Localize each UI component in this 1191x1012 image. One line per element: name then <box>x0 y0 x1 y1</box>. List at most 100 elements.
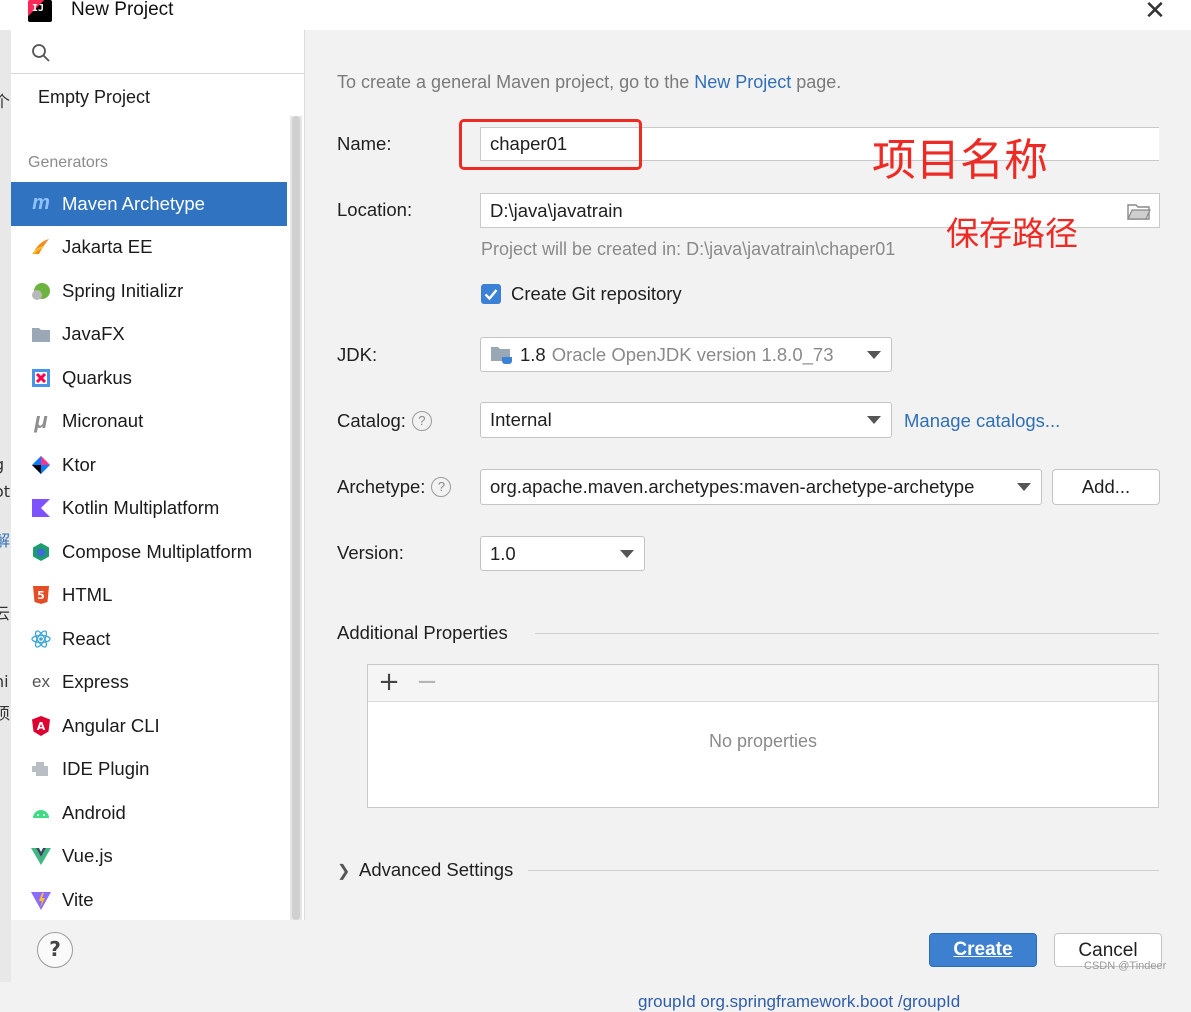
advanced-settings-label: Advanced Settings <box>359 859 514 880</box>
name-highlight-annotation <box>459 119 642 170</box>
micronaut-icon: μ <box>34 408 48 434</box>
sidebar-item-label: HTML <box>62 584 113 606</box>
properties-toolbar: + − <box>368 665 1158 702</box>
sidebar-item-label: React <box>62 627 111 649</box>
intellij-app-icon: IJ <box>28 0 52 22</box>
background-glyph: ni <box>0 672 9 691</box>
jdk-description: Oracle OpenJDK version 1.8.0_73 <box>551 343 834 365</box>
sidebar-item-label: Spring Initializr <box>62 279 184 301</box>
sidebar-item-label: IDE Plugin <box>62 758 150 780</box>
chevron-down-icon <box>867 350 881 359</box>
chevron-down-icon <box>867 416 881 424</box>
sidebar-item-express[interactable]: ex Express <box>11 661 287 705</box>
name-annotation-text: 项目名称 <box>872 135 1048 186</box>
react-icon <box>30 628 52 650</box>
sidebar-item-label: Vite <box>62 888 94 910</box>
ktor-icon <box>30 454 52 476</box>
sidebar-item-ktor[interactable]: Ktor <box>11 443 287 487</box>
manage-catalogs-link[interactable]: Manage catalogs... <box>904 410 1060 432</box>
location-hint: Project will be created in: D:\java\java… <box>481 239 896 259</box>
sidebar-item-vuejs[interactable]: Vue.js <box>11 835 287 879</box>
add-property-button[interactable]: + <box>377 668 401 696</box>
folder-browse-icon[interactable] <box>1127 203 1151 220</box>
info-text: To create a general Maven project, go to… <box>337 72 841 93</box>
sidebar-item-ide-plugin[interactable]: IDE Plugin <box>11 748 287 792</box>
sidebar-item-jakarta-ee[interactable]: Jakarta EE <box>11 226 287 270</box>
sidebar-item-label: Jakarta EE <box>62 236 153 258</box>
sidebar-item-html[interactable]: 5 HTML <box>11 574 287 618</box>
chevron-down-icon <box>620 549 634 558</box>
ide-plugin-icon <box>30 758 52 780</box>
sidebar-item-label: Maven Archetype <box>62 192 205 214</box>
new-project-link[interactable]: New Project <box>694 72 791 92</box>
quarkus-icon <box>30 367 52 389</box>
catalog-label: Catalog:? <box>337 410 432 432</box>
section-divider <box>528 870 1159 871</box>
add-archetype-button[interactable]: Add... <box>1052 469 1160 505</box>
sidebar-item-compose-multiplatform[interactable]: Compose Multiplatform <box>11 530 287 574</box>
generator-list: m Maven Archetype Jakarta EE Spring Init… <box>11 182 287 922</box>
svg-text:5: 5 <box>37 589 45 602</box>
catalog-dropdown[interactable]: Internal <box>480 402 892 438</box>
sidebar-item-kotlin-multiplatform[interactable]: Kotlin Multiplatform <box>11 487 287 531</box>
sidebar-search[interactable] <box>11 30 305 74</box>
version-value: 1.0 <box>490 542 516 564</box>
location-label: Location: <box>337 199 413 220</box>
sidebar-item-label: Angular CLI <box>62 714 160 736</box>
sidebar-item-quarkus[interactable]: Quarkus <box>11 356 287 400</box>
remove-property-button[interactable]: − <box>415 668 439 696</box>
javafx-icon <box>30 323 52 345</box>
title-bar: IJ New Project ✕ <box>0 0 1191 30</box>
sidebar-item-react[interactable]: React <box>11 617 287 661</box>
svg-text:A: A <box>37 720 46 733</box>
close-icon[interactable]: ✕ <box>1140 0 1170 26</box>
angular-icon: A <box>30 715 52 737</box>
sidebar-item-empty-project[interactable]: Empty Project <box>38 87 150 108</box>
sidebar-item-micronaut[interactable]: μ Micronaut <box>11 400 287 444</box>
vite-icon <box>30 889 52 911</box>
kotlin-icon <box>30 497 52 519</box>
create-button[interactable]: Create <box>929 933 1037 967</box>
jakarta-ee-icon <box>30 236 52 258</box>
advanced-settings-toggle[interactable]: ❯ Advanced Settings <box>337 859 513 881</box>
help-button[interactable]: ? <box>37 932 73 968</box>
watermark: CSDN @Tindeer <box>1084 960 1167 972</box>
archetype-value: org.apache.maven.archetypes:maven-archet… <box>490 476 975 497</box>
sidebar-item-label: JavaFX <box>62 323 125 345</box>
window-title: New Project <box>71 0 174 20</box>
spring-icon <box>30 280 52 302</box>
sidebar-item-label: Kotlin Multiplatform <box>62 497 220 519</box>
scrollbar-thumb[interactable] <box>292 116 300 920</box>
archetype-help-icon[interactable]: ? <box>431 477 452 497</box>
sidebar-item-android[interactable]: Android <box>11 791 287 835</box>
git-repository-checkbox[interactable] <box>481 284 501 304</box>
main-settings-panel: To create a general Maven project, go to… <box>306 30 1191 1011</box>
catalog-label-text: Catalog: <box>337 410 406 431</box>
properties-table: + − No properties <box>367 664 1159 808</box>
version-dropdown[interactable]: 1.0 <box>480 536 645 571</box>
jdk-label: JDK: <box>337 344 378 365</box>
info-prefix: To create a general Maven project, go to… <box>337 72 695 92</box>
git-repository-label[interactable]: Create Git repository <box>511 283 682 305</box>
background-glyph: 须 <box>0 704 11 723</box>
sidebar-item-spring-initializr[interactable]: Spring Initializr <box>11 269 287 313</box>
archetype-dropdown[interactable]: org.apache.maven.archetypes:maven-archet… <box>480 469 1042 505</box>
catalog-help-icon[interactable]: ? <box>411 411 432 431</box>
sidebar-item-label: Quarkus <box>62 366 132 388</box>
html5-icon: 5 <box>30 584 52 606</box>
version-label: Version: <box>337 542 404 563</box>
jdk-dropdown[interactable]: 1.8 Oracle OpenJDK version 1.8.0_73 <box>480 337 892 372</box>
name-label: Name: <box>337 133 392 154</box>
generator-sidebar: Empty Project Generators m Maven Archety… <box>11 30 305 920</box>
sidebar-item-javafx[interactable]: JavaFX <box>11 313 287 357</box>
empty-properties-text: No properties <box>708 731 818 751</box>
background-window-edge: 个 g ot 解 云 ni 须 <box>0 30 11 982</box>
background-glyph: 个 <box>0 92 11 111</box>
sidebar-item-vite[interactable]: Vite <box>11 878 287 922</box>
sidebar-item-maven-archetype[interactable]: m Maven Archetype <box>11 182 287 226</box>
sidebar-scrollbar[interactable] <box>290 116 302 920</box>
sidebar-item-label: Micronaut <box>62 410 144 432</box>
sidebar-item-label: Vue.js <box>62 845 113 867</box>
sidebar-item-angular-cli[interactable]: A Angular CLI <box>11 704 287 748</box>
sidebar-item-label: Ktor <box>62 453 96 475</box>
